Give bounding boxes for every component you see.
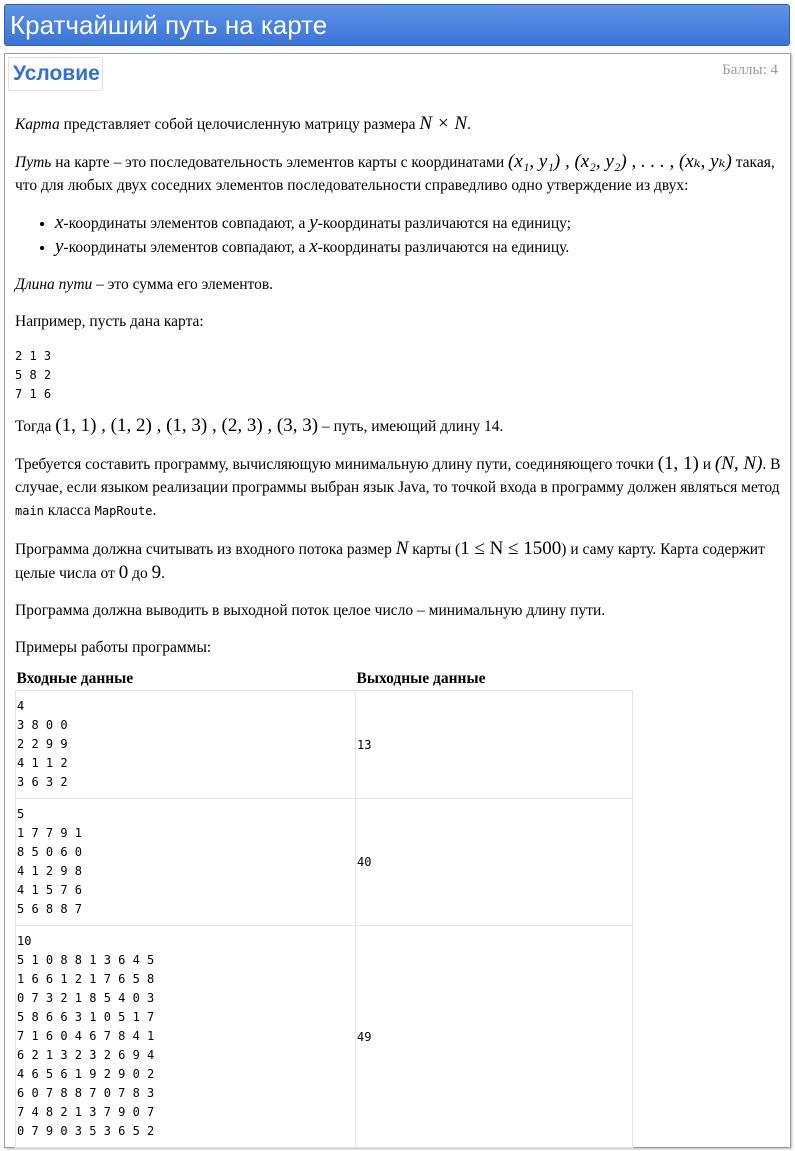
code-main: main	[15, 504, 44, 518]
text: на карте – это последовательность элемен…	[51, 154, 508, 171]
score-label: Баллы: 4	[722, 62, 778, 78]
header-output: Выходные данные	[356, 670, 486, 687]
conditions-list: x-координаты элементов совпадают, а y-ко…	[15, 211, 785, 259]
paragraph-example-path: Тогда (1, 1) , (1, 2) , (1, 3) , (2, 3) …	[15, 414, 785, 438]
example-input-cell: 10 5 1 0 8 8 1 3 6 4 5 1 6 6 1 2 1 7 6 5…	[15, 925, 356, 1148]
paragraph-input: Программа должна считывать из входного п…	[15, 537, 785, 585]
paragraph-examples-intro: Примеры работы программы:	[15, 639, 212, 656]
text: .	[152, 502, 157, 519]
math-var: x	[309, 236, 318, 257]
math-path: (1, 1) , (1, 2) , (1, 3) , (2, 3) , (3, …	[55, 415, 319, 436]
page-title: Кратчайший путь на карте	[10, 10, 328, 40]
example-input: 10 5 1 0 8 8 1 3 6 4 5 1 6 6 1 2 1 7 6 5…	[17, 934, 155, 1138]
math-var: y	[309, 212, 318, 233]
text: до	[128, 565, 152, 582]
example-input: 5 1 7 7 9 1 8 5 0 6 0 4 1 2 9 8 4 1 5 7 …	[17, 807, 83, 916]
paragraph-task: Требуется составить программу, вычисляющ…	[15, 452, 785, 523]
paragraph-example-intro: Например, пусть дана карта:	[15, 313, 204, 330]
tab-statement[interactable]: Условие	[8, 57, 103, 91]
problem-panel: Условие Баллы: 4 Карта представляет собо…	[4, 53, 791, 1148]
text: -координаты элементов совпадают, а	[63, 215, 310, 232]
table-row: 5 1 7 7 9 1 8 5 0 6 0 4 1 2 9 8 4 1 5 7 …	[15, 798, 633, 926]
example-input: 4 3 8 0 0 2 2 9 9 4 1 1 2 3 6 3 2	[17, 699, 68, 789]
text: -координаты элементов совпадают, а	[63, 239, 310, 256]
example-output: 13	[357, 737, 372, 752]
text: -координаты различаются на единицу;	[317, 215, 571, 232]
text: -координаты различаются на единицу.	[317, 239, 570, 256]
example-input-cell: 4 3 8 0 0 2 2 9 9 4 1 1 2 3 6 3 2	[15, 690, 356, 799]
examples-table: Входные данные Выходные данные 4 3 8 0 0…	[15, 667, 633, 1148]
term-path-length: Длина пути	[15, 276, 93, 293]
math-n: N	[395, 538, 409, 559]
statement-content: Карта представляет собой целочисленную м…	[15, 112, 785, 1148]
example-output: 40	[357, 855, 372, 869]
term-map: Карта	[15, 116, 60, 133]
text: – это сумма его элементов.	[92, 276, 274, 293]
paragraph-path-definition: Путь на карте – это последовательность э…	[15, 150, 785, 197]
example-map: 2 1 3 5 8 2 7 1 6	[15, 349, 52, 401]
math-constraint: 1 ≤ N ≤ 1500	[460, 538, 562, 559]
list-item: x-координаты элементов совпадают, а y-ко…	[55, 211, 785, 235]
text: – путь, имеющий длину 14.	[318, 418, 504, 435]
term-path: Путь	[15, 154, 52, 171]
paragraph-map-definition: Карта представляет собой целочисленную м…	[15, 112, 785, 136]
example-output: 49	[357, 1029, 372, 1044]
paragraph-output: Программа должна выводить в выходной пот…	[15, 602, 606, 619]
example-output-cell: 49	[355, 925, 633, 1148]
text: класса	[43, 502, 95, 519]
text: .	[467, 116, 471, 133]
math-max: 9	[151, 562, 162, 583]
text: .	[161, 565, 165, 582]
page-title-bar: Кратчайший путь на карте	[4, 4, 790, 46]
text: Программа должна считывать из входного п…	[15, 541, 396, 558]
code-class-name: MapRoute	[94, 504, 153, 518]
text: Тогда	[15, 418, 56, 435]
math-end: (N, N)	[714, 453, 763, 474]
text: Требуется составить программу, вычисляющ…	[15, 456, 658, 473]
math-coordinates: (x₁, y₁) , (x₂, y₂) , . . . , (xₖ, yₖ)	[508, 151, 732, 172]
text: и	[698, 456, 715, 473]
table-row: 4 3 8 0 0 2 2 9 9 4 1 1 2 3 6 3 2 13	[15, 690, 633, 799]
paragraph-length-definition: Длина пути – это сумма его элементов.	[15, 273, 785, 296]
header-input: Входные данные	[16, 670, 134, 687]
math-min: 0	[118, 562, 129, 583]
example-input-cell: 5 1 7 7 9 1 8 5 0 6 0 4 1 2 9 8 4 1 5 7 …	[15, 798, 356, 926]
math-size: N × N	[419, 113, 468, 134]
math-start: (1, 1)	[657, 453, 699, 474]
example-output-cell: 40	[355, 798, 633, 926]
list-item: y-координаты элементов совпадают, а x-ко…	[55, 235, 785, 259]
example-output-cell: 13	[355, 690, 633, 799]
table-row: 10 5 1 0 8 8 1 3 6 4 5 1 6 6 1 2 1 7 6 5…	[15, 925, 633, 1148]
text: карты (	[408, 541, 461, 558]
text: представляет собой целочисленную матрицу…	[59, 116, 420, 133]
